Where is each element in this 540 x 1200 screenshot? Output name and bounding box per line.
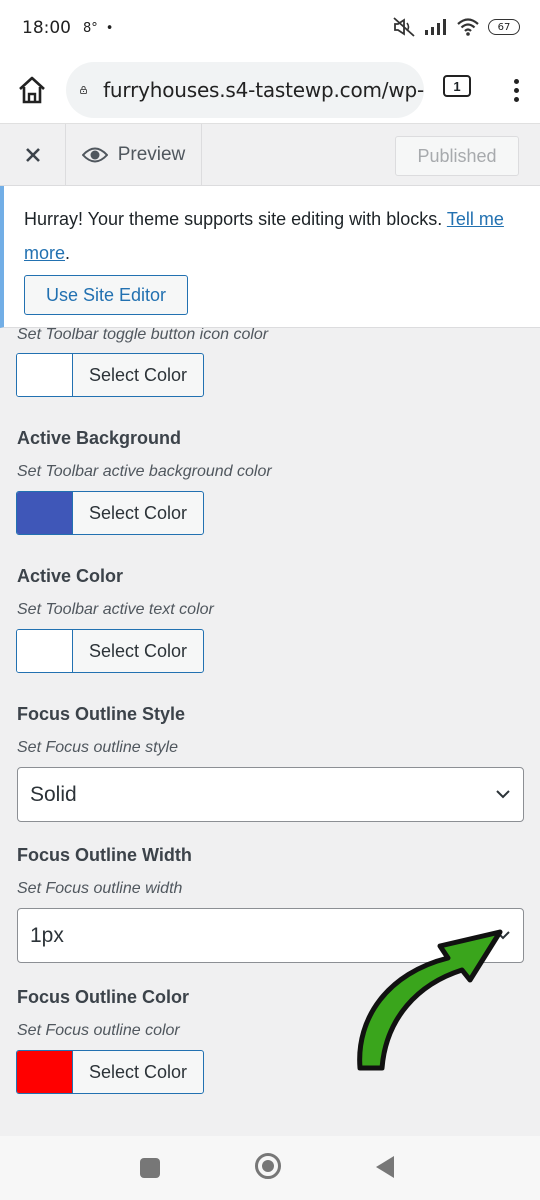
home-nav-dot (262, 1160, 274, 1172)
focus-outline-color-description: Set Focus outline color (17, 1022, 180, 1039)
address-bar[interactable]: furryhouses.s4-tastewp.com/wp- (66, 62, 424, 118)
preview-label: Preview (117, 144, 186, 165)
focus-outline-style-title: Focus Outline Style (17, 704, 186, 724)
tab-switcher-button[interactable]: 1 (443, 75, 471, 97)
browser-menu-button[interactable] (506, 72, 526, 108)
customizer-header: Preview Published (0, 124, 540, 186)
browser-toolbar: furryhouses.s4-tastewp.com/wp- 1 (0, 56, 540, 124)
focus-outline-width-description: Set Focus outline width (17, 880, 183, 897)
home-button[interactable] (0, 56, 64, 124)
focus-outline-style-select[interactable]: Solid (17, 767, 524, 822)
chevron-down-icon (496, 931, 510, 940)
site-editor-notice: Hurray! Your theme supports site editing… (0, 186, 540, 328)
url-text[interactable]: furryhouses.s4-tastewp.com/wp- (103, 78, 424, 102)
active-background-select-color[interactable]: Select Color (73, 492, 203, 534)
status-dot: • (105, 20, 114, 36)
active-background-swatch[interactable] (17, 492, 73, 534)
focus-outline-width-value: 1px (30, 923, 64, 947)
published-button[interactable]: Published (395, 136, 519, 176)
focus-outline-width-title: Focus Outline Width (17, 845, 192, 865)
status-time: 18:00 (22, 18, 71, 38)
battery-level: 67 (497, 21, 511, 33)
active-color-description: Set Toolbar active text color (17, 601, 214, 618)
tab-count: 1 (453, 78, 461, 94)
menu-dot (513, 96, 519, 102)
toggle-icon-swatch[interactable] (17, 354, 73, 396)
focus-outline-color-swatch[interactable] (17, 1051, 73, 1093)
active-color-swatch[interactable] (17, 630, 73, 672)
recents-button[interactable] (140, 1158, 160, 1178)
battery-icon: 67 (488, 19, 520, 35)
eye-icon (81, 147, 108, 163)
system-nav-bar (0, 1136, 540, 1200)
toggle-icon-color-picker[interactable]: Select Color (16, 353, 204, 397)
notice-message: Hurray! Your theme supports site editing… (24, 209, 447, 229)
wifi-icon (457, 18, 479, 36)
chevron-down-icon (496, 790, 510, 799)
lock-icon[interactable] (80, 77, 87, 103)
home-icon (19, 76, 45, 103)
back-button[interactable] (376, 1156, 394, 1178)
toggle-icon-select-color[interactable]: Select Color (73, 354, 203, 396)
mute-icon (393, 17, 415, 37)
menu-dot (513, 78, 519, 84)
customizer-controls[interactable]: Set Toolbar toggle button icon color Sel… (0, 328, 540, 1136)
close-customizer-button[interactable] (0, 124, 66, 186)
home-nav-button[interactable] (255, 1153, 281, 1179)
notice-trailing: . (65, 243, 71, 263)
active-background-title: Active Background (17, 428, 182, 448)
active-color-select-color[interactable]: Select Color (73, 630, 203, 672)
notice-text: Hurray! Your theme supports site editing… (24, 202, 520, 270)
focus-outline-color-picker[interactable]: Select Color (16, 1050, 204, 1094)
close-icon (25, 148, 40, 162)
active-background-description: Set Toolbar active background color (17, 463, 272, 480)
focus-outline-style-value: Solid (30, 782, 77, 806)
focus-outline-width-select[interactable]: 1px (17, 908, 524, 963)
status-icons: 67 (392, 16, 520, 38)
focus-outline-style-description: Set Focus outline style (17, 739, 178, 756)
focus-outline-select-color[interactable]: Select Color (73, 1051, 203, 1093)
toggle-icon-description: Set Toolbar toggle button icon color (17, 328, 269, 343)
active-color-title: Active Color (17, 566, 124, 586)
menu-dot (513, 87, 519, 93)
status-bar: 18:00 8° • 67 (0, 0, 540, 56)
focus-outline-color-title: Focus Outline Color (17, 987, 190, 1007)
active-background-color-picker[interactable]: Select Color (16, 491, 204, 535)
use-site-editor-button[interactable]: Use Site Editor (24, 275, 188, 315)
preview-button[interactable]: Preview (66, 124, 202, 186)
signal-icon (425, 19, 446, 35)
status-temperature: 8° (83, 20, 98, 36)
active-color-color-picker[interactable]: Select Color (16, 629, 204, 673)
